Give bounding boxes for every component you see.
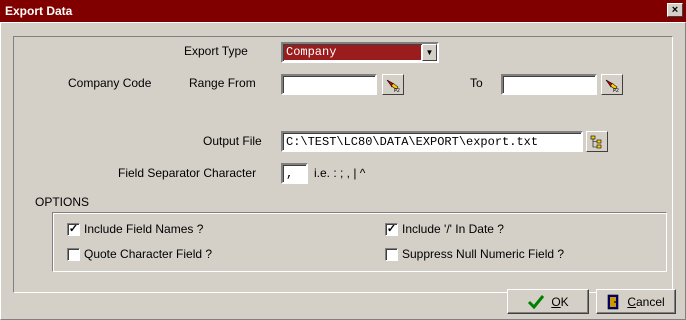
suppress-null-numeric-label: Suppress Null Numeric Field ? <box>402 247 565 261</box>
window-title: Export Data <box>5 4 73 18</box>
ok-button[interactable]: OK <box>507 289 589 314</box>
include-slash-in-date-checkbox[interactable]: ✓ Include '/' In Date ? <box>385 222 504 236</box>
separator-label: Field Separator Character <box>118 166 257 180</box>
dialog-body: Export Type Company ▼ Company Code Range… <box>0 22 686 320</box>
export-type-select[interactable]: Company ▼ <box>281 42 439 63</box>
range-from-input[interactable] <box>281 74 377 95</box>
folder-tree-icon <box>590 135 602 149</box>
options-heading: OPTIONS <box>35 195 90 209</box>
company-code-label: Company Code <box>68 76 152 90</box>
svg-text:F2: F2 <box>613 88 619 93</box>
checkbox-empty <box>67 247 80 261</box>
options-group <box>52 212 667 272</box>
include-field-names-checkbox[interactable]: ✓ Include Field Names ? <box>67 222 203 236</box>
svg-text:F2: F2 <box>394 88 400 93</box>
quote-character-field-label: Quote Character Field ? <box>84 247 213 261</box>
checkmark-icon <box>528 294 545 309</box>
checkbox-empty <box>385 247 398 261</box>
checkbox-check-icon: ✓ <box>67 222 80 236</box>
range-from-label: Range From <box>189 76 256 90</box>
export-type-value: Company <box>284 45 421 60</box>
output-file-label: Output File <box>203 134 262 148</box>
output-file-browse-button[interactable] <box>586 131 608 152</box>
include-field-names-label: Include Field Names ? <box>84 222 204 236</box>
close-button[interactable]: × <box>667 3 683 17</box>
title-bar: Export Data × <box>0 0 686 22</box>
separator-input[interactable]: , <box>281 163 308 184</box>
checkbox-check-icon: ✓ <box>385 222 398 236</box>
separator-hint: i.e. : ; , | ^ <box>314 166 366 180</box>
cancel-label: Cancel <box>627 294 665 309</box>
include-slash-in-date-label: Include '/' In Date ? <box>402 222 504 236</box>
door-exit-icon <box>608 294 619 309</box>
range-to-label: To <box>470 76 483 90</box>
chevron-down-icon[interactable]: ▼ <box>422 44 437 61</box>
range-to-lookup-button[interactable]: F2 <box>601 74 623 95</box>
ok-label: OK <box>551 294 569 309</box>
export-type-label: Export Type <box>184 44 248 58</box>
range-from-lookup-button[interactable]: F2 <box>382 74 404 95</box>
flashlight-icon: F2 <box>605 79 619 93</box>
range-to-input[interactable] <box>501 74 597 95</box>
output-file-input[interactable]: C:\TEST\LC80\DATA\EXPORT\export.txt <box>281 131 583 152</box>
flashlight-icon: F2 <box>386 79 400 93</box>
suppress-null-numeric-checkbox[interactable]: Suppress Null Numeric Field ? <box>385 247 564 261</box>
close-icon: × <box>671 4 679 16</box>
quote-character-field-checkbox[interactable]: Quote Character Field ? <box>67 247 212 261</box>
cancel-button[interactable]: Cancel <box>596 289 676 314</box>
